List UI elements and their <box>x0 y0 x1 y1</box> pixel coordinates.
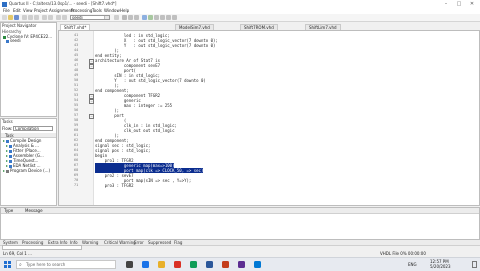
search-icon: ⌕ <box>19 262 22 268</box>
notifications-icon[interactable] <box>472 261 477 268</box>
paste-icon[interactable] <box>34 15 39 20</box>
start-compilation-icon[interactable] <box>142 15 147 20</box>
assignment-editor-icon[interactable] <box>122 15 127 20</box>
taskbar-search-box[interactable]: ⌕ Type here to search <box>16 260 116 269</box>
new-file-icon[interactable] <box>2 15 7 20</box>
quartus-taskbar-icon[interactable] <box>254 261 261 268</box>
task-item[interactable]: ▸ Program Device (...) <box>3 169 50 173</box>
project-icon[interactable] <box>62 15 67 20</box>
save-icon[interactable] <box>14 15 19 20</box>
tab-suppressed[interactable]: Suppressed <box>148 240 171 245</box>
code-line-text: pro3 : TFGR2 <box>95 183 134 188</box>
task-view-icon[interactable] <box>126 261 133 268</box>
rtl-viewer-icon[interactable] <box>160 15 165 20</box>
simulation-icon[interactable] <box>166 15 171 20</box>
entity-node[interactable]: seedi <box>6 39 21 43</box>
language-indicator[interactable]: ENG <box>408 262 417 267</box>
tab-flag[interactable]: Flag <box>174 240 182 245</box>
code-editor[interactable]: led : in std_logic; X : out std_logic_ve… <box>58 30 480 206</box>
messages-message-header: Message <box>25 208 43 213</box>
teams-app-icon[interactable] <box>238 261 245 268</box>
messages-type-header: Type <box>4 208 14 213</box>
clock-date[interactable]: 5/20/2023 <box>430 264 451 269</box>
flow-select[interactable]: Compilation <box>13 126 53 131</box>
entity-select-value: seedi <box>72 15 83 20</box>
entity-icon <box>6 39 9 43</box>
chevron-down-icon <box>104 16 109 19</box>
flow-label: Flow: <box>2 126 13 131</box>
toolbar: seedi <box>0 14 480 22</box>
copy-icon[interactable] <box>28 15 33 20</box>
chip-planner-icon[interactable] <box>134 15 139 20</box>
media-app-icon[interactable] <box>174 261 181 268</box>
browser-icon[interactable] <box>142 261 149 268</box>
pin-icon[interactable] <box>56 15 61 20</box>
flow-select-value: Compilation <box>15 126 40 131</box>
tab-warning[interactable]: Warning <box>82 240 98 245</box>
powerpoint-app-icon[interactable] <box>222 261 229 268</box>
quartus-app-icon <box>2 2 7 7</box>
line-number: 71 <box>74 183 79 187</box>
message-search-field[interactable] <box>2 245 82 250</box>
entity-select[interactable]: seedi <box>70 15 110 20</box>
undo-icon[interactable] <box>42 15 47 20</box>
word-app-icon[interactable] <box>206 261 213 268</box>
windows-start-icon[interactable] <box>4 261 11 268</box>
messages-panel: Type Message <box>0 207 480 240</box>
timequest-icon[interactable] <box>154 15 159 20</box>
file-explorer-icon[interactable] <box>158 261 165 268</box>
settings-icon[interactable] <box>114 15 119 20</box>
tab-critical-warning[interactable]: Critical Warning <box>104 240 136 245</box>
programmer-icon[interactable] <box>172 15 177 20</box>
open-folder-icon[interactable] <box>8 15 13 20</box>
window-title: Quartus II - C:/altera/13.0sp1/... - see… <box>9 1 117 6</box>
cut-icon[interactable] <box>22 15 27 20</box>
code-line[interactable]: pro3 : TFGR2 <box>95 183 134 188</box>
project-navigator-panel: Project Navigator Hierarchy Cyclone IV: … <box>0 22 57 117</box>
tab-error[interactable]: Error <box>134 240 144 245</box>
analysis-icon[interactable] <box>148 15 153 20</box>
redo-icon[interactable] <box>48 15 53 20</box>
tasks-panel: Tasks Flow: Compilation Task ▸ Compile De… <box>0 118 57 206</box>
fold-toggle-icon[interactable]: − <box>89 99 94 104</box>
pin-planner-icon[interactable] <box>128 15 133 20</box>
minimize-button[interactable]: – <box>440 0 452 8</box>
entity-label: seedi <box>10 38 21 43</box>
taskbar-search-placeholder: Type here to search <box>26 262 66 267</box>
maximize-button[interactable]: □ <box>453 0 465 8</box>
fold-toggle-icon[interactable]: − <box>89 114 94 119</box>
fold-toggle-icon[interactable]: − <box>89 64 94 69</box>
tasks-title: Tasks <box>2 119 13 124</box>
close-button[interactable]: ✕ <box>466 0 478 8</box>
messages-header <box>1 208 479 214</box>
windows-taskbar: ⌕ Type here to search ENG 12:57 PM 5/20/… <box>0 257 480 271</box>
spreadsheet-app-icon[interactable] <box>190 261 197 268</box>
